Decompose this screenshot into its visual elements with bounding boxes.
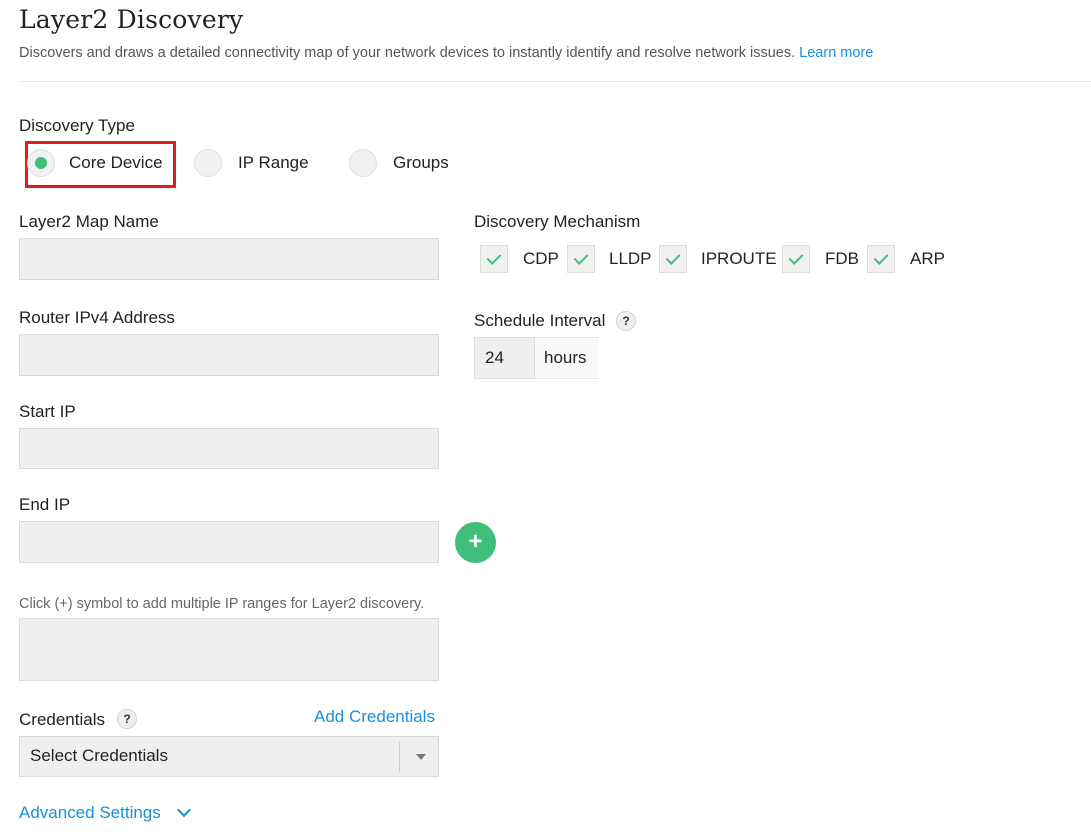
- add-credentials-link[interactable]: Add Credentials: [314, 707, 435, 727]
- end-ip-input[interactable]: [19, 521, 439, 563]
- credentials-select[interactable]: Select Credentials: [19, 736, 439, 777]
- learn-more-link[interactable]: Learn more: [799, 45, 873, 61]
- schedule-interval-input[interactable]: 24: [474, 337, 535, 379]
- checkbox-lldp[interactable]: [567, 245, 595, 273]
- ip-ranges-textarea[interactable]: [19, 618, 439, 681]
- select-divider: [399, 741, 400, 772]
- checkbox-arp-label[interactable]: ARP: [910, 249, 945, 269]
- credentials-label: Credentials: [19, 710, 105, 729]
- advanced-settings-link[interactable]: Advanced Settings: [19, 803, 161, 823]
- end-ip-label: End IP: [19, 495, 71, 514]
- discovery-type-label: Discovery Type: [19, 116, 135, 135]
- credentials-select-value: Select Credentials: [30, 746, 168, 765]
- checkbox-fdb-label[interactable]: FDB: [825, 249, 859, 269]
- chevron-down-icon: [416, 754, 426, 760]
- router-ip-input[interactable]: [19, 334, 439, 376]
- start-ip-input[interactable]: [19, 428, 439, 469]
- start-ip-label: Start IP: [19, 402, 76, 421]
- radio-core-device[interactable]: [27, 149, 55, 177]
- checkbox-fdb[interactable]: [782, 245, 810, 273]
- radio-groups[interactable]: [349, 149, 377, 177]
- credentials-help-icon[interactable]: ?: [117, 709, 137, 729]
- page-title: Layer2 Discovery: [19, 5, 244, 34]
- schedule-unit-label: hours: [535, 337, 599, 379]
- radio-groups-label[interactable]: Groups: [393, 153, 449, 173]
- radio-ip-range-label[interactable]: IP Range: [238, 153, 309, 173]
- map-name-input[interactable]: [19, 238, 439, 280]
- header-divider: [19, 81, 1091, 82]
- ip-range-hint: Click (+) symbol to add multiple IP rang…: [19, 596, 425, 612]
- checkbox-cdp-label[interactable]: CDP: [523, 249, 559, 269]
- radio-ip-range[interactable]: [194, 149, 222, 177]
- chevron-down-icon[interactable]: [176, 802, 192, 818]
- checkbox-arp[interactable]: [867, 245, 895, 273]
- page-description: Discovers and draws a detailed connectiv…: [19, 45, 873, 61]
- checkbox-iproute-label[interactable]: IPROUTE: [701, 249, 777, 269]
- checkbox-iproute[interactable]: [659, 245, 687, 273]
- schedule-interval-label: Schedule Interval: [474, 311, 606, 330]
- checkbox-cdp[interactable]: [480, 245, 508, 273]
- radio-core-device-label[interactable]: Core Device: [69, 153, 163, 173]
- checkbox-lldp-label[interactable]: LLDP: [609, 249, 652, 269]
- schedule-help-icon[interactable]: ?: [616, 311, 636, 331]
- add-ip-range-button[interactable]: +: [455, 522, 496, 563]
- map-name-label: Layer2 Map Name: [19, 212, 159, 231]
- router-ip-label: Router IPv4 Address: [19, 308, 175, 327]
- description-text: Discovers and draws a detailed connectiv…: [19, 45, 796, 61]
- discovery-mechanism-label: Discovery Mechanism: [474, 212, 641, 231]
